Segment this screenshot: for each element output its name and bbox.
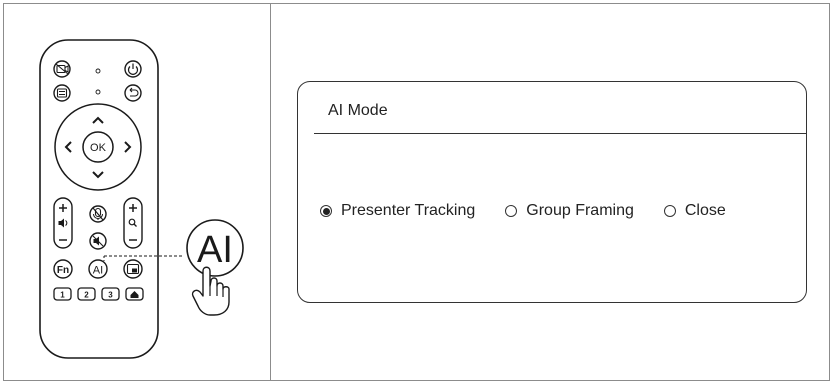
svg-text:1: 1 <box>60 291 65 300</box>
option-label: Close <box>684 202 726 219</box>
number-key-1[interactable]: 1 <box>53 287 72 301</box>
svg-text:2: 2 <box>84 291 89 300</box>
option-group-framing[interactable]: Group Framing <box>505 202 634 220</box>
ai-mode-panel: AI Mode Presenter Tracking Group Framing… <box>297 81 807 303</box>
radio-icon[interactable] <box>663 205 676 217</box>
svg-text:3: 3 <box>108 291 113 300</box>
svg-text:Fn: Fn <box>57 265 69 276</box>
mic-mute-button[interactable] <box>89 205 107 223</box>
back-button[interactable] <box>124 84 142 102</box>
indicator-light <box>95 89 101 95</box>
d-pad-right-button[interactable] <box>124 141 132 153</box>
option-label: Group Framing <box>526 202 634 219</box>
radio-icon[interactable] <box>505 205 518 217</box>
option-close[interactable]: Close <box>663 202 726 220</box>
panel-divider <box>314 133 806 134</box>
ai-mode-options: Presenter Tracking Group Framing Close <box>320 202 726 220</box>
home-preset-key[interactable] <box>125 287 144 301</box>
column-divider <box>270 3 271 381</box>
radio-selected-icon[interactable] <box>320 205 332 217</box>
panel-title: AI Mode <box>328 102 388 119</box>
d-pad-down-button[interactable] <box>92 171 104 179</box>
home-icon <box>130 291 139 298</box>
zoom-rocker[interactable] <box>123 197 143 249</box>
svg-text:AI: AI <box>93 265 103 277</box>
speaker-icon <box>58 218 64 228</box>
option-presenter-tracking[interactable]: Presenter Tracking <box>320 202 475 220</box>
option-label: Presenter Tracking <box>341 202 476 219</box>
power-button[interactable] <box>124 60 142 78</box>
d-pad-left-button[interactable] <box>64 141 72 153</box>
menu-button[interactable] <box>53 84 71 102</box>
ok-button[interactable]: OK <box>82 131 114 163</box>
ai-button[interactable]: AI <box>88 259 108 279</box>
magnifier-icon <box>128 218 136 226</box>
speaker-mute-button[interactable] <box>89 232 107 250</box>
svg-text:AI: AI <box>197 229 233 271</box>
svg-text:OK: OK <box>90 142 107 154</box>
fn-button[interactable]: Fn <box>53 259 73 279</box>
volume-rocker[interactable] <box>53 197 73 249</box>
indicator-light <box>95 68 101 74</box>
remote-control-illustration: OK Fn AI 1 2 3 AI <box>39 39 244 359</box>
ai-button-callout: AI <box>186 219 244 277</box>
picture-in-picture-button[interactable] <box>123 259 143 279</box>
number-key-3[interactable]: 3 <box>101 287 120 301</box>
d-pad-up-button[interactable] <box>92 116 104 124</box>
back-arrow-icon <box>129 87 139 97</box>
number-key-2[interactable]: 2 <box>77 287 96 301</box>
camera-off-button[interactable] <box>53 60 71 78</box>
